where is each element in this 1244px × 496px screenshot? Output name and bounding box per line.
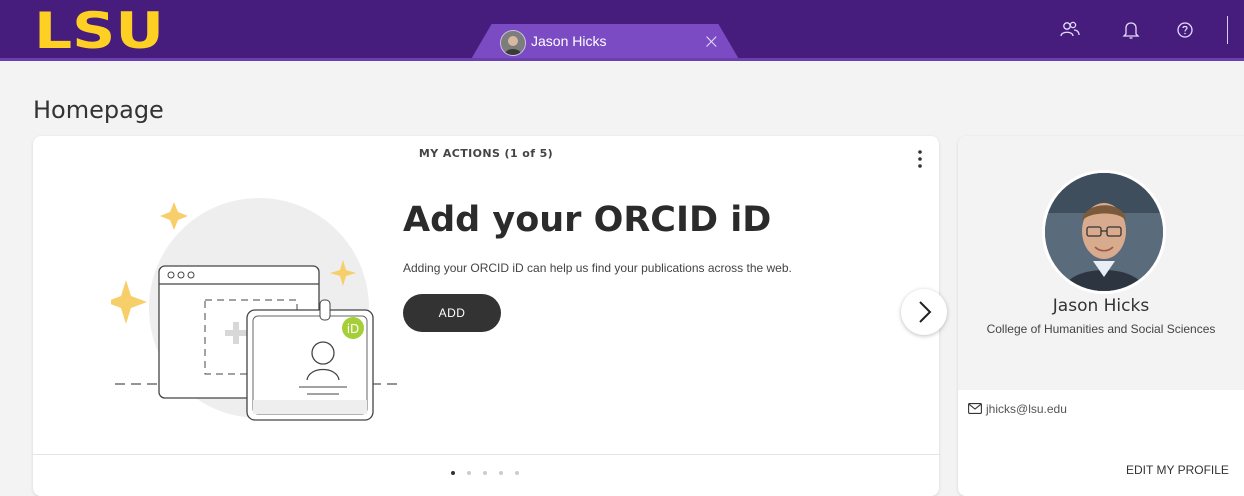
chevron-right-icon [919,301,932,323]
pager-dot-1[interactable] [451,471,455,475]
pager-dot-4[interactable] [499,471,503,475]
tab-avatar [500,30,526,56]
pager-dot-5[interactable] [515,471,519,475]
mail-icon [968,403,982,415]
people-icon[interactable] [1057,17,1083,43]
user-tab[interactable]: Jason Hicks × [470,24,740,61]
top-bar: LSU Jason Hicks × [0,0,1244,61]
edit-my-profile-link[interactable]: EDIT MY PROFILE [1126,463,1229,477]
tab-user-name: Jason Hicks [531,33,607,49]
page-title: Homepage [33,96,164,124]
pager-dot-3[interactable] [483,471,487,475]
profile-card: Jason Hicks College of Humanities and So… [958,136,1244,496]
next-action-button[interactable] [901,289,947,335]
actions-header: MY ACTIONS (1 of 5) [418,147,554,160]
profile-avatar[interactable] [1042,170,1166,294]
orcid-illustration: iD [111,198,401,421]
profile-header: Jason Hicks College of Humanities and So… [958,136,1244,390]
bell-icon[interactable] [1118,17,1144,43]
action-description: Adding your ORCID iD can help us find yo… [403,261,792,275]
add-orcid-button[interactable]: ADD [403,294,501,332]
top-divider [1227,16,1228,44]
svg-text:iD: iD [347,322,360,336]
lsu-logo[interactable]: LSU [34,10,166,50]
profile-college: College of Humanities and Social Science… [986,322,1216,336]
close-icon[interactable]: × [703,29,720,53]
help-icon[interactable] [1172,17,1198,43]
action-title: Add your ORCID iD [403,200,772,240]
profile-email[interactable]: jhicks@lsu.edu [986,402,1067,416]
logo-text: LSU [34,10,164,50]
card-divider [33,454,939,455]
pager-dot-2[interactable] [467,471,471,475]
profile-name: Jason Hicks [1052,296,1150,316]
kebab-menu-icon[interactable] [911,149,929,169]
profile-email-row: jhicks@lsu.edu [968,401,1067,416]
my-actions-card: MY ACTIONS (1 of 5) iD Add your ORCID iD… [33,136,947,496]
